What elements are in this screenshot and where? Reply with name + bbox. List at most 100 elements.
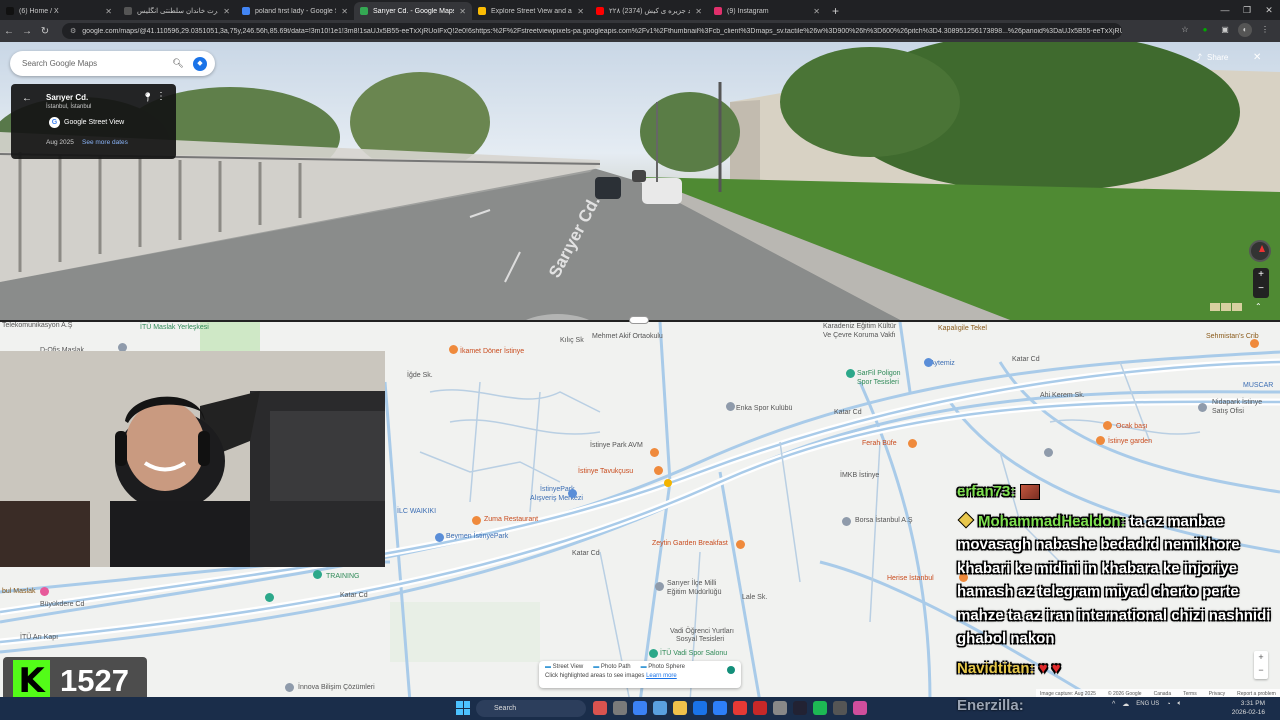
browser-tab[interactable]: poland first lady - Google Sear ✕ bbox=[236, 2, 354, 20]
map-poi-marker-icon[interactable] bbox=[285, 683, 294, 692]
map-place-label[interactable]: Zuma Restaurant bbox=[484, 516, 538, 523]
browser-tab[interactable]: ۲۲۸ سیلند جزیره ی کیش (2374) ✕ bbox=[590, 2, 708, 20]
map-place-label[interactable]: Spor Tesisleri bbox=[857, 379, 899, 386]
map-place-label[interactable]: Sarıyer İlçe Milli bbox=[667, 580, 716, 587]
puzzle-icon[interactable]: ▣ bbox=[1218, 23, 1232, 37]
map-place-label[interactable]: Telekomunikasyon A.Ş bbox=[2, 322, 72, 329]
street-view-zoom-control[interactable]: + − bbox=[1253, 268, 1269, 298]
tab-close-icon[interactable]: ✕ bbox=[341, 7, 348, 16]
map-place-label[interactable]: İstinye Tavukçusu bbox=[578, 468, 633, 475]
map-footer-item[interactable]: Terms bbox=[1183, 691, 1197, 697]
browser-tab[interactable]: قدرت خاندان سلطنتی انگلیس ✕ bbox=[118, 2, 236, 20]
map-poi-marker-icon[interactable] bbox=[654, 466, 663, 475]
taskbar-search[interactable]: Search bbox=[476, 700, 586, 717]
map-place-label[interactable]: İTÜ Arı Kapı bbox=[20, 634, 58, 641]
edge-icon[interactable] bbox=[693, 701, 707, 715]
app-icon[interactable] bbox=[593, 701, 607, 715]
split-view-handle[interactable] bbox=[629, 316, 649, 324]
menu-icon[interactable]: ⋮ bbox=[1258, 23, 1272, 37]
chrome-icon[interactable] bbox=[633, 701, 647, 715]
map-poi-marker-icon[interactable] bbox=[736, 540, 745, 549]
compass-icon[interactable] bbox=[1249, 240, 1271, 262]
browser-tab[interactable]: (6) Home / X ✕ bbox=[0, 2, 118, 20]
share-button[interactable]: ⤴ Share bbox=[1194, 52, 1228, 63]
wifi-icon[interactable]: ◔ bbox=[1166, 701, 1170, 708]
map-footer-item[interactable]: Report a problem bbox=[1237, 691, 1276, 697]
map-place-label[interactable]: Enka Spor Kulübü bbox=[736, 405, 792, 412]
map-place-label[interactable]: İTÜ Maslak Yerleşkesi bbox=[140, 324, 209, 331]
tab-close-icon[interactable]: ✕ bbox=[813, 7, 820, 16]
map-place-label[interactable]: İnnova Bilişim Çözümleri bbox=[298, 684, 375, 691]
tray-chevron-icon[interactable]: ^ bbox=[1112, 701, 1115, 708]
reload-icon[interactable]: ↻ bbox=[36, 26, 54, 37]
map-poi-marker-icon[interactable] bbox=[472, 516, 481, 525]
app-icon[interactable] bbox=[773, 701, 787, 715]
map-poi-marker-icon[interactable] bbox=[449, 345, 458, 354]
map-poi-marker-icon[interactable] bbox=[842, 517, 851, 526]
map-poi-marker-icon[interactable] bbox=[1198, 403, 1207, 412]
map-place-label[interactable]: Ahi Kerem Sk. bbox=[1040, 392, 1085, 399]
map-place-label[interactable]: İstinye garden bbox=[1108, 438, 1152, 445]
map-place-label[interactable]: TRAINING bbox=[326, 573, 359, 580]
imagery-thumbnails[interactable] bbox=[1210, 303, 1242, 311]
tab-close-icon[interactable]: ✕ bbox=[695, 7, 702, 16]
map-place-label[interactable]: Satış Ofisi bbox=[1212, 408, 1244, 415]
map-place-label[interactable]: Beymen İstinyePark bbox=[446, 533, 508, 540]
minimize-icon[interactable]: — bbox=[1214, 0, 1236, 20]
tab-close-icon[interactable]: ✕ bbox=[223, 7, 230, 16]
browser-tab[interactable]: (9) Instagram ✕ bbox=[708, 2, 826, 20]
maps-search-box[interactable]: Search Google Maps 🔍︎ ◆ bbox=[10, 51, 215, 76]
location-pin-icon[interactable]: 📍︎ bbox=[142, 92, 153, 103]
map-poi-marker-icon[interactable] bbox=[726, 402, 735, 411]
browser-tab[interactable]: Sarıyer Cd. - Google Maps ✕ bbox=[354, 2, 472, 20]
legend-toggle[interactable] bbox=[727, 666, 735, 674]
map-place-label[interactable]: Karadeniz Eğitim Kültür bbox=[823, 323, 896, 330]
map-poi-marker-icon[interactable] bbox=[1103, 421, 1112, 430]
search-input[interactable]: Search Google Maps bbox=[22, 59, 171, 68]
tray-icon[interactable]: ☁ bbox=[1122, 700, 1129, 708]
map-place-label[interactable]: Kapalıgile Tekel bbox=[938, 325, 987, 332]
street-view-panorama[interactable]: Sarıyer Cd. bbox=[0, 42, 1280, 320]
map-poi-marker-icon[interactable] bbox=[655, 582, 664, 591]
expand-icon[interactable]: ⌃ bbox=[1255, 302, 1262, 311]
profile-icon[interactable]: ◐ bbox=[1238, 23, 1252, 37]
map-place-label[interactable]: Katar Cd bbox=[572, 550, 600, 557]
extension-icon[interactable]: ● bbox=[1198, 23, 1212, 37]
new-tab-button[interactable]: + bbox=[826, 2, 845, 20]
map-place-label[interactable]: Kılıç Sk bbox=[560, 337, 584, 344]
app-icon[interactable] bbox=[653, 701, 667, 715]
map-place-label[interactable]: İğde Sk. bbox=[407, 372, 433, 379]
more-options-icon[interactable]: ⋮ bbox=[156, 91, 166, 102]
close-window-icon[interactable]: ✕ bbox=[1258, 0, 1280, 20]
map-poi-marker-icon[interactable] bbox=[908, 439, 917, 448]
map-poi-marker-icon[interactable] bbox=[435, 533, 444, 542]
map-footer-item[interactable]: Privacy bbox=[1209, 691, 1225, 697]
map-place-label[interactable]: Aytemiz bbox=[930, 360, 955, 367]
maximize-icon[interactable]: ❐ bbox=[1236, 0, 1258, 20]
map-place-label[interactable]: Vadi Öğrenci Yurtları bbox=[670, 628, 734, 635]
start-menu-icon[interactable] bbox=[456, 701, 470, 715]
map-poi-marker-icon[interactable] bbox=[568, 489, 577, 498]
map-footer-item[interactable]: Canada bbox=[1154, 691, 1172, 697]
map-place-label[interactable]: İLC WAIKIKI bbox=[397, 508, 436, 515]
volume-icon[interactable]: 🔈︎ bbox=[1178, 700, 1182, 708]
map-place-label[interactable]: MUSCAR bbox=[1243, 382, 1273, 389]
address-bar[interactable]: ⚙ google.com/maps/@41.110596,29.0351051,… bbox=[62, 23, 1122, 39]
map-place-label[interactable]: Katar Cd bbox=[340, 592, 368, 599]
map-poi-marker-icon[interactable] bbox=[265, 593, 274, 602]
map-poi-marker-icon[interactable] bbox=[1250, 339, 1259, 348]
map-place-label[interactable]: Ferah Büfe bbox=[862, 440, 897, 447]
file-explorer-icon[interactable] bbox=[613, 701, 627, 715]
browser-tab[interactable]: Explore Street View and add yo ✕ bbox=[472, 2, 590, 20]
map-place-label[interactable]: Eğitim Müdürlüğü bbox=[667, 589, 721, 596]
taskbar-clock[interactable]: 3:31 PM 2026-02-16 bbox=[1225, 699, 1265, 717]
directions-icon[interactable]: ◆ bbox=[193, 56, 207, 71]
close-street-view-icon[interactable]: ✕ bbox=[1253, 52, 1261, 63]
map-poi-marker-icon[interactable] bbox=[40, 587, 49, 596]
tab-close-icon[interactable]: ✕ bbox=[105, 7, 112, 16]
youtube-icon[interactable] bbox=[733, 701, 747, 715]
map-place-label[interactable]: SarFil Poligon bbox=[857, 370, 901, 377]
map-poi-marker-icon[interactable] bbox=[650, 448, 659, 457]
map-poi-marker-icon[interactable] bbox=[649, 649, 658, 658]
map-place-label[interactable]: bul Maslak bbox=[2, 588, 35, 595]
